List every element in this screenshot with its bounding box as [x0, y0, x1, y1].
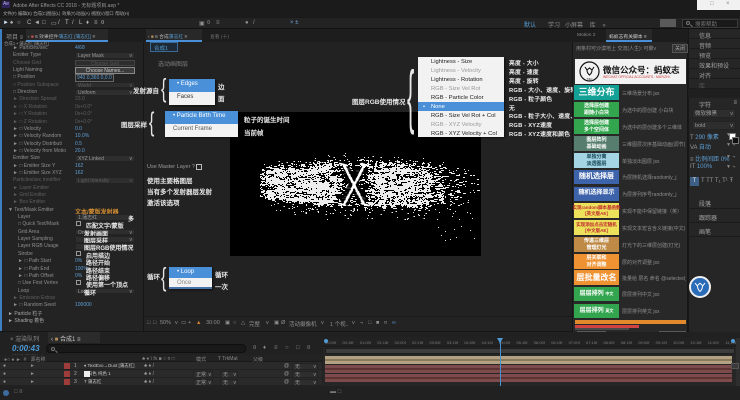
svg-text:T&C: T&C [587, 77, 594, 81]
